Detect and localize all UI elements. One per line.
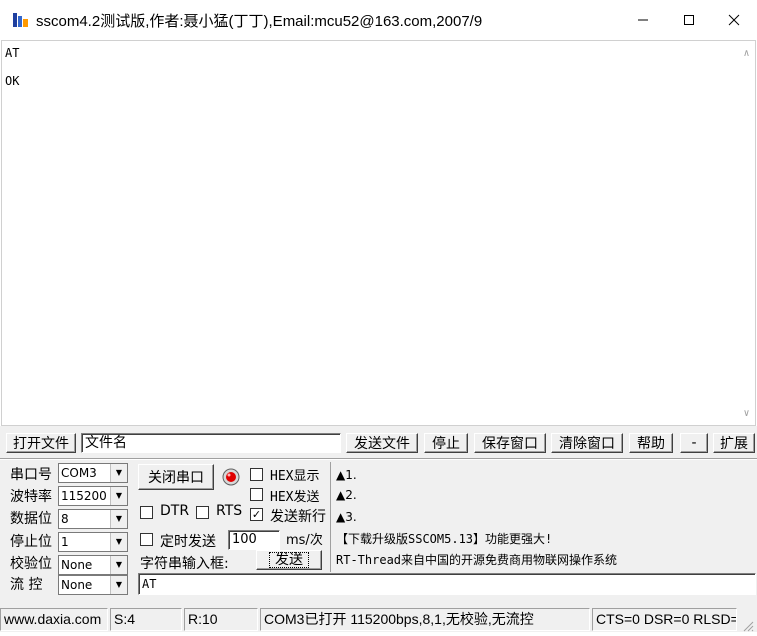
- shortcut-3[interactable]: ▲3.: [336, 510, 357, 524]
- parity-value: None: [61, 558, 93, 572]
- clear-window-button[interactable]: 清除窗口: [551, 433, 623, 453]
- window-title: sscom4.2测试版,作者:聂小猛(丁丁),Email:mcu52@163.c…: [36, 13, 483, 30]
- file-name-field[interactable]: 文件名: [81, 433, 341, 453]
- port-label: 串口号: [10, 467, 52, 483]
- close-icon: [728, 14, 740, 26]
- parity-label: 校验位: [10, 556, 52, 572]
- interval-input[interactable]: 100: [228, 530, 280, 550]
- sent-count: S:4: [110, 608, 182, 631]
- stop-bits-value: 1: [61, 535, 69, 549]
- close-port-button[interactable]: 关闭串口: [138, 464, 214, 490]
- title-bar: sscom4.2测试版,作者:聂小猛(丁丁),Email:mcu52@163.c…: [0, 0, 757, 40]
- port-status-led-icon: [222, 468, 240, 486]
- open-file-button[interactable]: 打开文件: [6, 433, 76, 453]
- flow-control-select[interactable]: None ▼: [58, 575, 128, 595]
- upgrade-notice-link[interactable]: 【下载升级版SSCOM5.13】功能更强大!: [336, 530, 552, 547]
- parity-select[interactable]: None ▼: [58, 555, 128, 575]
- minimize-icon: [638, 19, 648, 21]
- baud-label: 波特率: [10, 489, 52, 505]
- port-info: COM3已打开 115200bps,8,1,无校验,无流控: [260, 608, 590, 631]
- maximize-icon: [684, 15, 694, 25]
- chevron-down-icon[interactable]: ▼: [110, 464, 127, 482]
- rts-checkbox[interactable]: [196, 506, 209, 519]
- stop-bits-select[interactable]: 1 ▼: [58, 532, 128, 552]
- help-button[interactable]: 帮助: [629, 433, 673, 453]
- rts-label: RTS: [216, 503, 243, 519]
- stop-button[interactable]: 停止: [424, 433, 468, 453]
- timed-send-label: 定时发送: [160, 534, 216, 550]
- send-newline-checkbox[interactable]: ✓: [250, 508, 263, 521]
- send-newline-label: 发送新行: [270, 509, 326, 525]
- signal-status: CTS=0 DSR=0 RLSD=0: [592, 608, 737, 631]
- send-button-label: 发送: [269, 552, 309, 568]
- receive-text: AT OK: [5, 44, 19, 88]
- hex-display-checkbox[interactable]: [250, 468, 263, 481]
- chevron-down-icon[interactable]: ▼: [110, 533, 127, 551]
- shortcut-1[interactable]: ▲1.: [336, 468, 357, 482]
- website-link[interactable]: www.daxia.com: [0, 608, 108, 631]
- vertical-scrollbar[interactable]: ∧ ∨: [738, 41, 755, 425]
- send-input[interactable]: AT: [138, 573, 756, 595]
- data-bits-value: 8: [61, 512, 69, 526]
- receive-text-area[interactable]: AT OK ∧ ∨: [1, 40, 756, 426]
- baud-select[interactable]: 115200 ▼: [58, 486, 128, 506]
- receive-line: OK: [5, 74, 20, 88]
- chevron-down-icon[interactable]: ▼: [110, 510, 127, 528]
- flow-control-value: None: [61, 578, 93, 592]
- divider: [0, 458, 757, 460]
- minimize-button[interactable]: [620, 0, 666, 40]
- collapse-button[interactable]: -: [680, 433, 708, 453]
- close-button[interactable]: [711, 0, 757, 40]
- control-panel: 打开文件 文件名 发送文件 停止 保存窗口 清除窗口 帮助 - 扩展 串口号 C…: [0, 426, 757, 606]
- port-value: COM3: [61, 466, 97, 480]
- baud-value: 115200: [61, 489, 107, 503]
- dtr-label: DTR: [160, 503, 190, 519]
- send-button[interactable]: 发送: [256, 550, 322, 570]
- receive-line: AT: [5, 46, 20, 60]
- maximize-button[interactable]: [666, 0, 712, 40]
- dtr-checkbox[interactable]: [140, 506, 153, 519]
- scroll-down-icon[interactable]: ∨: [738, 405, 755, 422]
- sscom-app-icon: [12, 11, 30, 29]
- chevron-down-icon[interactable]: ▼: [110, 556, 127, 574]
- interval-unit: ms/次: [286, 533, 323, 548]
- chevron-down-icon[interactable]: ▼: [110, 487, 127, 505]
- data-bits-label: 数据位: [10, 511, 52, 527]
- timed-send-checkbox[interactable]: [140, 533, 153, 546]
- hex-send-checkbox[interactable]: [250, 488, 263, 501]
- hex-send-label: HEX发送: [270, 490, 320, 505]
- port-select[interactable]: COM3 ▼: [58, 463, 128, 483]
- save-window-button[interactable]: 保存窗口: [474, 433, 546, 453]
- resize-grip-icon[interactable]: [740, 618, 754, 632]
- flow-control-label: 流 控: [10, 577, 43, 593]
- send-file-button[interactable]: 发送文件: [346, 433, 418, 453]
- rt-thread-notice-link[interactable]: RT-Thread来自中国的开源免费商用物联网操作系统: [336, 551, 617, 568]
- data-bits-select[interactable]: 8 ▼: [58, 509, 128, 529]
- received-count: R:10: [184, 608, 258, 631]
- stop-bits-label: 停止位: [10, 534, 52, 550]
- expand-button[interactable]: 扩展: [713, 433, 755, 453]
- vertical-divider: [330, 462, 331, 572]
- input-label: 字符串输入框:: [140, 556, 229, 572]
- status-bar: www.daxia.com S:4 R:10 COM3已打开 115200bps…: [0, 606, 757, 632]
- shortcut-2[interactable]: ▲2.: [336, 488, 357, 502]
- hex-display-label: HEX显示: [270, 469, 320, 484]
- scroll-up-icon[interactable]: ∧: [738, 45, 755, 62]
- chevron-down-icon[interactable]: ▼: [110, 576, 127, 594]
